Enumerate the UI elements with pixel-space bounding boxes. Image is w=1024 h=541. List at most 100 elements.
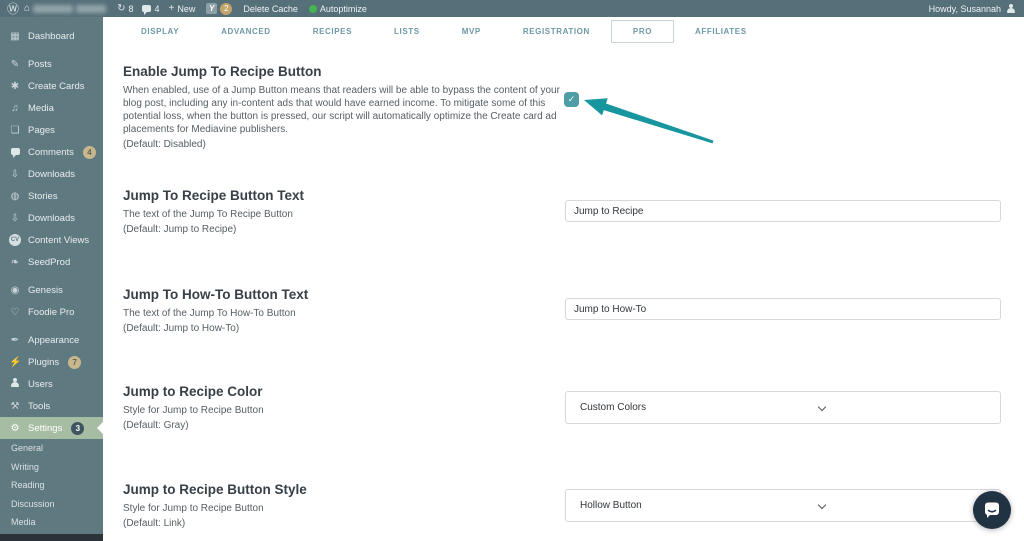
autoptimize-status-icon [308, 4, 317, 13]
setting-default: (Default: Jump to How-To) [123, 323, 240, 334]
sidebar-item-pages[interactable]: ❏ Pages [0, 119, 103, 141]
plugin-icon: ⚡ [9, 356, 22, 368]
sidebar-subitem-discussion[interactable]: Discussion [0, 495, 103, 514]
comments-count: 4 [154, 3, 160, 14]
sidebar-bottom-strip [0, 534, 103, 541]
tab-mvp[interactable]: MVP [441, 21, 502, 42]
setting-description: The text of the Jump To Recipe Button [123, 209, 293, 220]
comments-icon [142, 5, 152, 15]
setting-title: Enable Jump To Recipe Button [123, 64, 322, 79]
setting-description: Style for Jump to Recipe Button [123, 503, 264, 514]
howdy-account-link[interactable]: Howdy, Susannah [929, 4, 1001, 14]
settings-count-badge: 3 [71, 421, 85, 435]
sidebar-label: Users [28, 378, 53, 390]
avatar-icon[interactable] [1005, 3, 1016, 14]
site-name-redacted [76, 4, 107, 13]
autoptimize-menu[interactable]: Autoptimize [308, 3, 367, 14]
content-views-icon: CV [9, 234, 21, 246]
tab-recipes[interactable]: RECIPES [292, 21, 373, 42]
sidebar-item-dashboard[interactable]: ▦ Dashboard [0, 25, 103, 47]
setting-title: Jump to Recipe Color [123, 384, 263, 399]
dashboard-icon: ▦ [10, 30, 20, 42]
sidebar-item-settings[interactable]: ⚙ Settings 3 [0, 417, 103, 439]
user-icon [9, 377, 21, 391]
delete-cache-label: Delete Cache [243, 3, 298, 14]
setting-row-jump-recipe-color: Jump to Recipe Color Style for Jump to R… [123, 384, 583, 431]
sidebar-item-downloads-2[interactable]: ⇩ Downloads [0, 207, 103, 229]
sidebar-label: Content Views [28, 234, 90, 246]
active-item-notch [97, 422, 103, 434]
intercom-launcher[interactable] [973, 491, 1011, 529]
sidebar-item-appearance[interactable]: ✒ Appearance [0, 329, 103, 351]
sidebar-item-tools[interactable]: ⚒ Tools [0, 395, 103, 417]
sidebar-item-stories[interactable]: ◍ Stories [0, 185, 103, 207]
setting-row-jump-recipe-text: Jump To Recipe Button Text The text of t… [123, 188, 583, 235]
chat-bubble-icon [985, 502, 999, 518]
new-content-button[interactable]: + New [168, 2, 196, 14]
wordpress-menu[interactable]: Ⓦ [7, 3, 19, 15]
setting-row-jump-howto-text: Jump To How-To Button Text The text of t… [123, 287, 583, 334]
sidebar-label: Downloads [28, 212, 75, 224]
plus-icon: + [168, 2, 175, 14]
sidebar-subitem-reading[interactable]: Reading [0, 476, 103, 495]
settings-sliders-icon: ⚙ [10, 422, 20, 434]
tab-registration[interactable]: REGISTRATION [502, 21, 611, 42]
leaf-icon: ❧ [10, 256, 20, 268]
settings-content: DISPLAY ADVANCED RECIPES LISTS MVP REGIS… [103, 17, 1024, 541]
enable-jump-checkbox[interactable] [564, 92, 579, 107]
sidebar-label: Foodie Pro [28, 306, 75, 318]
chevron-down-icon [817, 402, 827, 412]
stories-icon: ◍ [10, 190, 20, 202]
sidebar-item-users[interactable]: Users [0, 373, 103, 395]
tab-pro[interactable]: PRO [610, 19, 675, 43]
tab-lists[interactable]: LISTS [373, 21, 441, 42]
download-icon: ⇩ [10, 168, 20, 180]
sidebar-subitem-media[interactable]: Media [0, 513, 103, 532]
tab-affiliates[interactable]: AFFILIATES [674, 21, 768, 42]
delete-cache-button[interactable]: Delete Cache [243, 4, 298, 14]
sidebar-label: Posts [28, 58, 52, 70]
sidebar-item-posts[interactable]: ✎ Posts [0, 53, 103, 75]
sidebar-label: Pages [28, 124, 55, 136]
site-name-link[interactable]: ⌂ [24, 3, 107, 14]
setting-description: Style for Jump to Recipe Button [123, 405, 264, 416]
media-icon: ♫ [11, 102, 19, 114]
paintbrush-icon: ✒ [10, 334, 20, 346]
sidebar-item-foodie-pro[interactable]: ♡ Foodie Pro [0, 301, 103, 323]
tab-advanced[interactable]: ADVANCED [200, 21, 292, 42]
sidebar-subitem-general[interactable]: General [0, 439, 103, 458]
comments-link[interactable]: 4 [142, 3, 160, 15]
sidebar-label: Downloads [28, 168, 75, 180]
sidebar-label: SeedProd [28, 256, 71, 268]
tab-display[interactable]: DISPLAY [120, 21, 200, 42]
setting-title: Jump To How-To Button Text [123, 287, 309, 302]
sidebar-label: Comments [28, 146, 74, 158]
sidebar-label: Appearance [28, 334, 80, 346]
sidebar-item-seedprod[interactable]: ❧ SeedProd [0, 251, 103, 273]
updates-link[interactable]: ↻ 8 [117, 3, 133, 14]
sidebar-item-downloads[interactable]: ⇩ Downloads [0, 163, 103, 185]
sidebar-item-media[interactable]: ♫ Media [0, 97, 103, 119]
jump-recipe-style-select[interactable]: Hollow Button [565, 489, 1001, 522]
sidebar-item-create-cards[interactable]: ✱ Create Cards [0, 75, 103, 97]
jump-recipe-color-select[interactable]: Custom Colors [565, 391, 1001, 424]
admin-sidebar: ▦ Dashboard ✎ Posts ✱ Create Cards ♫ Med… [0, 17, 103, 541]
sidebar-item-comments[interactable]: Comments 4 [0, 141, 103, 163]
sidebar-item-content-views[interactable]: CV Content Views [0, 229, 103, 251]
heart-icon: ♡ [10, 306, 20, 318]
pages-icon: ❏ [10, 124, 20, 136]
jump-to-howto-text-input[interactable] [565, 298, 1001, 320]
sidebar-label: Settings [28, 422, 63, 434]
yoast-menu[interactable]: Y 2 [206, 2, 233, 15]
sidebar-label: Genesis [28, 284, 63, 296]
new-label: New [177, 3, 196, 14]
jump-to-recipe-text-input[interactable] [565, 200, 1001, 222]
sidebar-subitem-writing[interactable]: Writing [0, 458, 103, 477]
settings-tabbar: DISPLAY ADVANCED RECIPES LISTS MVP REGIS… [103, 17, 1024, 45]
setting-title: Jump to Recipe Button Style [123, 482, 307, 497]
sidebar-label: Plugins [28, 356, 60, 368]
admin-bar: Ⓦ ⌂ ↻ 8 4 + New Y 2 Delete Cache Autopti… [0, 0, 1024, 17]
sidebar-item-genesis[interactable]: ◉ Genesis [0, 279, 103, 301]
sidebar-item-plugins[interactable]: ⚡ Plugins 7 [0, 351, 103, 373]
autoptimize-label: Autoptimize [319, 3, 367, 14]
